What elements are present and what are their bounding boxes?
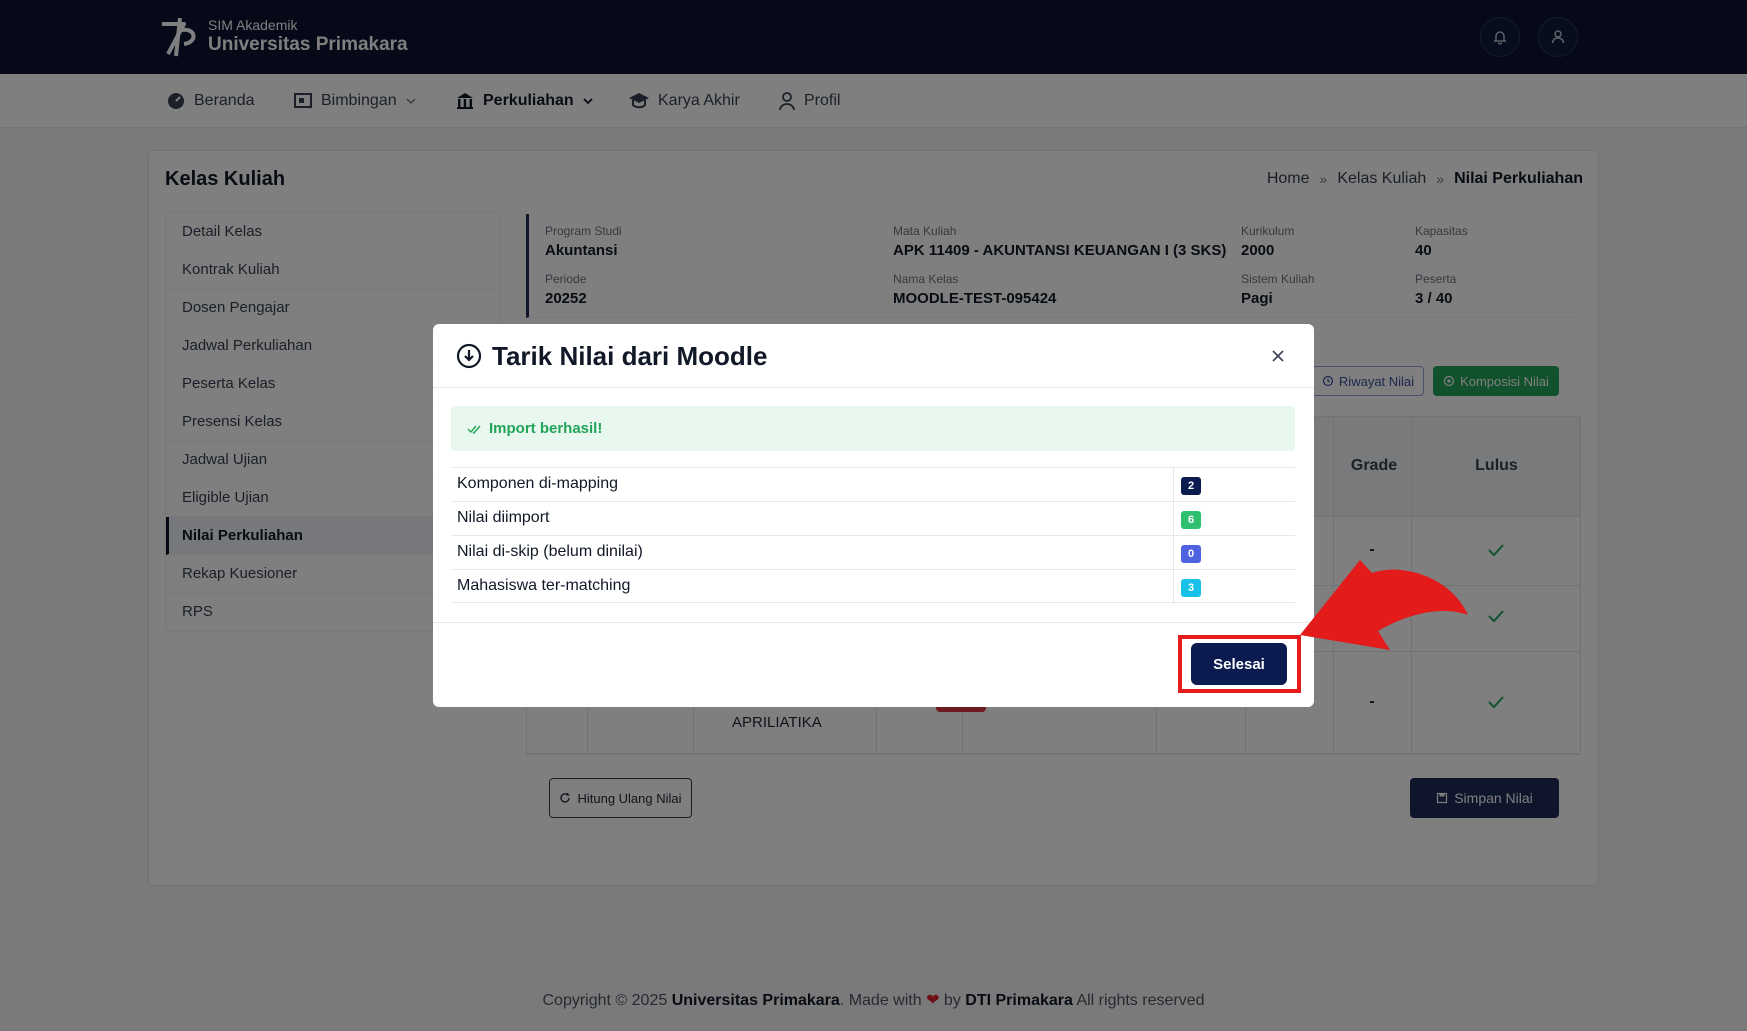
stat-label: Nilai diimport	[457, 509, 550, 526]
close-button[interactable]	[1266, 344, 1290, 368]
stat-label: Mahasiswa ter-matching	[457, 577, 631, 594]
import-stats-table: Komponen di-mapping 2 Nilai diimport 6 N…	[451, 467, 1295, 604]
success-alert: Import berhasil!	[451, 406, 1295, 451]
annotation-arrow-icon	[1300, 560, 1468, 650]
annotation-highlight-box	[1178, 635, 1301, 693]
count-badge: 0	[1181, 545, 1201, 563]
column-divider	[1173, 536, 1174, 570]
modal-title: Tarik Nilai dari Moodle	[492, 341, 768, 371]
modal-footer-divider	[433, 622, 1314, 623]
column-divider	[1173, 468, 1174, 502]
column-divider	[1173, 502, 1174, 536]
stat-label: Nilai di-skip (belum dinilai)	[457, 543, 643, 560]
modal-header: Tarik Nilai dari Moodle	[433, 324, 1314, 388]
count-badge: 3	[1181, 579, 1201, 597]
stat-row: Mahasiswa ter-matching 3	[451, 569, 1295, 604]
count-badge: 2	[1181, 477, 1201, 495]
check-double-icon	[467, 425, 481, 434]
stat-label: Komponen di-mapping	[457, 475, 618, 492]
success-alert-text: Import berhasil!	[489, 420, 603, 437]
close-icon	[1272, 350, 1284, 362]
count-badge: 6	[1181, 511, 1201, 529]
stat-row: Nilai diimport 6	[451, 501, 1295, 536]
stat-row: Nilai di-skip (belum dinilai) 0	[451, 535, 1295, 570]
stat-row: Komponen di-mapping 2	[451, 467, 1295, 502]
column-divider	[1173, 570, 1174, 604]
download-cloud-icon	[456, 343, 482, 369]
